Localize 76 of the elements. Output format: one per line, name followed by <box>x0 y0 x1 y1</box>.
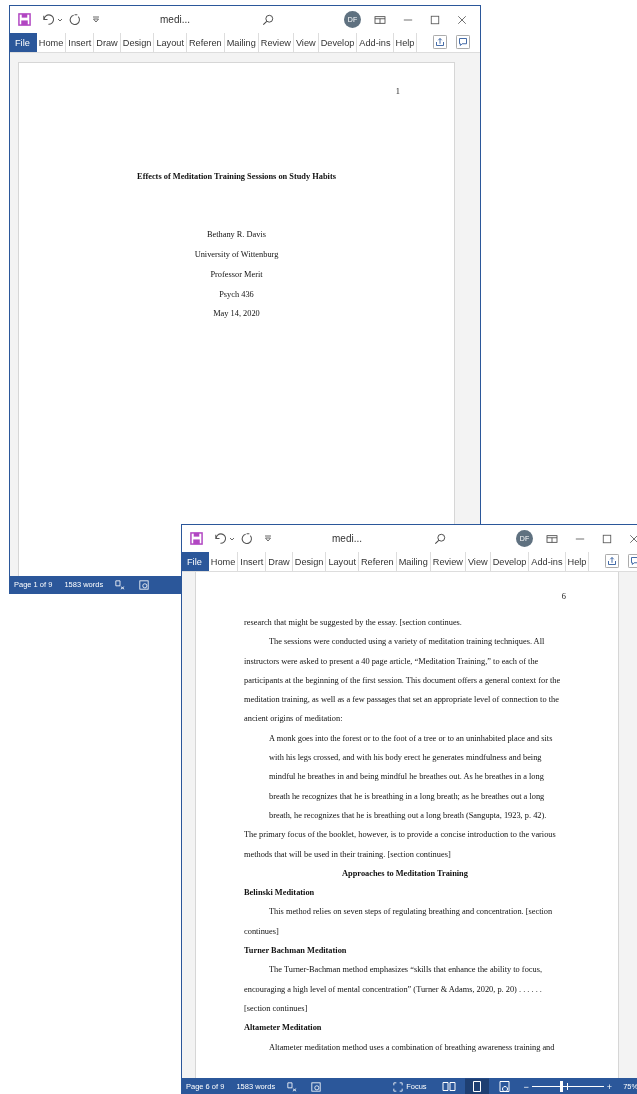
print-layout-icon[interactable] <box>464 1078 489 1094</box>
share-icon[interactable] <box>433 35 448 49</box>
title-page-line: May 14, 2020 <box>212 308 261 321</box>
ribbon-tab[interactable]: Add-ins <box>357 33 394 52</box>
close-icon[interactable] <box>629 533 637 544</box>
ribbon-tab[interactable]: Draw <box>94 33 121 52</box>
file-tab[interactable]: File <box>10 33 37 52</box>
ribbon-tab[interactable]: Layout <box>326 552 359 571</box>
ribbon-tab[interactable]: Develop <box>318 33 358 52</box>
ribbon-display-icon[interactable] <box>374 14 386 25</box>
search-icon[interactable] <box>434 532 446 545</box>
ribbon-tab[interactable]: Home <box>36 33 67 52</box>
macro-icon[interactable] <box>139 579 150 590</box>
focus-icon[interactable] <box>393 1081 404 1092</box>
ribbon-tab[interactable]: Review <box>258 33 294 52</box>
ribbon-tab[interactable]: Insert <box>66 33 95 52</box>
window-title: medi... <box>160 14 191 25</box>
maximize-icon[interactable] <box>430 14 440 25</box>
page-number: 1 <box>394 87 400 98</box>
ribbon-tab[interactable]: View <box>293 33 319 52</box>
ribbon-tab[interactable]: Referen <box>358 552 397 571</box>
ribbon-tab[interactable]: Add-ins <box>529 552 566 571</box>
ribbon-tab[interactable]: Home <box>208 552 239 571</box>
paragraph: The sessions were conducted using a variety of meditation training techniques. All instructors were asked to present a 40 page article, “Meditation Training,” to each of the participants at the beginning of the first session. This document offers a general context for the meditation training, as well as a few passages that set an appropriate level of connection to the ancient origins of meditation: <box>244 636 562 726</box>
file-tab[interactable]: File <box>182 552 209 571</box>
redo-icon[interactable] <box>241 532 254 545</box>
share-icon[interactable] <box>605 554 620 568</box>
ribbon-tab[interactable]: View <box>465 552 491 571</box>
caret-icon[interactable] <box>229 535 235 542</box>
ribbon-tab[interactable]: Design <box>120 33 155 52</box>
subsection-heading: Altameter Meditation <box>244 1022 323 1035</box>
page-number: 6 <box>560 592 566 603</box>
ribbon-tab[interactable]: Insert <box>238 552 267 571</box>
document-title: Effects of Meditation Training Sessions on Study Habits <box>136 171 337 183</box>
title-page-line: Bethany R. Davis <box>205 229 268 242</box>
ribbon-tab[interactable]: Mailing <box>224 33 259 52</box>
dropdown-icon[interactable] <box>92 15 100 24</box>
close-icon[interactable] <box>457 14 467 25</box>
dropdown-icon[interactable] <box>264 534 272 543</box>
ribbon-tab[interactable]: Mailing <box>396 552 431 571</box>
search-icon[interactable] <box>262 13 274 26</box>
redo-icon[interactable] <box>69 13 82 26</box>
ribbon-tab[interactable]: Review <box>430 552 466 571</box>
undo-icon[interactable] <box>41 13 54 26</box>
subsection-heading: Belinski Meditation <box>244 887 316 900</box>
section-heading: Approaches to Meditation Training <box>341 867 469 880</box>
ribbon-tab[interactable]: Help <box>565 552 590 571</box>
zoom-out-button[interactable]: − <box>523 1081 529 1092</box>
ribbon-tab[interactable]: Develop <box>490 552 530 571</box>
title-page-line: University of Wittenburg <box>193 249 280 262</box>
comment-icon[interactable] <box>456 35 471 49</box>
paragraph: Altameter meditation method uses a combination of breathing awareness training and <box>268 1041 556 1054</box>
ribbon-tab[interactable]: Layout <box>154 33 187 52</box>
proofing-icon[interactable] <box>287 1081 298 1092</box>
macro-icon[interactable] <box>311 1081 322 1092</box>
paragraph: This method relies on seven steps of regulating breathing and concentration. [section continues] <box>244 906 554 938</box>
ribbon-display-icon[interactable] <box>546 533 558 544</box>
caret-icon[interactable] <box>57 16 63 23</box>
ribbon-tab[interactable]: Draw <box>266 552 293 571</box>
subsection-heading: Turner Bachman Meditation <box>244 945 348 958</box>
ribbon-tab[interactable]: Help <box>393 33 418 52</box>
save-icon[interactable] <box>190 532 203 545</box>
proofing-icon[interactable] <box>115 579 126 590</box>
undo-icon[interactable] <box>213 532 226 545</box>
paragraph: The primary focus of the booklet, however, is to provide a concise introduction to the various methods that will be used in their training. [section continues] <box>244 829 557 861</box>
maximize-icon[interactable] <box>602 533 612 544</box>
ribbon-tab[interactable]: Referen <box>186 33 225 52</box>
window-title: medi... <box>332 533 363 544</box>
paragraph: research that might be suggested by the essay. [section continues. <box>244 617 463 629</box>
ribbon-tab[interactable]: Design <box>292 552 327 571</box>
paragraph: The Turner-Bachman method emphasizes “skills that enhance the ability to focus, encouraging a high level of mental concentration” (Turner & Adams, 2020, p. 20) . . . . . . [section continues] <box>244 964 544 1015</box>
zoom-in-button[interactable]: + <box>606 1081 613 1092</box>
title-page-line: Psych 436 <box>218 288 255 301</box>
title-page-line: Professor Merit <box>209 268 264 281</box>
save-icon[interactable] <box>18 13 31 26</box>
block-quote: A monk goes into the forest or to the foot of a tree or to an uninhabited place and sits with his legs crossed, and with his body erect he generates mindfulness and being mindful he breathes in and being mindful he breathes out. As he breathes in a long breath he recognizes that he is breathing in a long breath; as he breathes out a long breath, he recognizes that he is breathing out a long breath (Sangupta, 1923, p. 42). <box>268 732 554 822</box>
